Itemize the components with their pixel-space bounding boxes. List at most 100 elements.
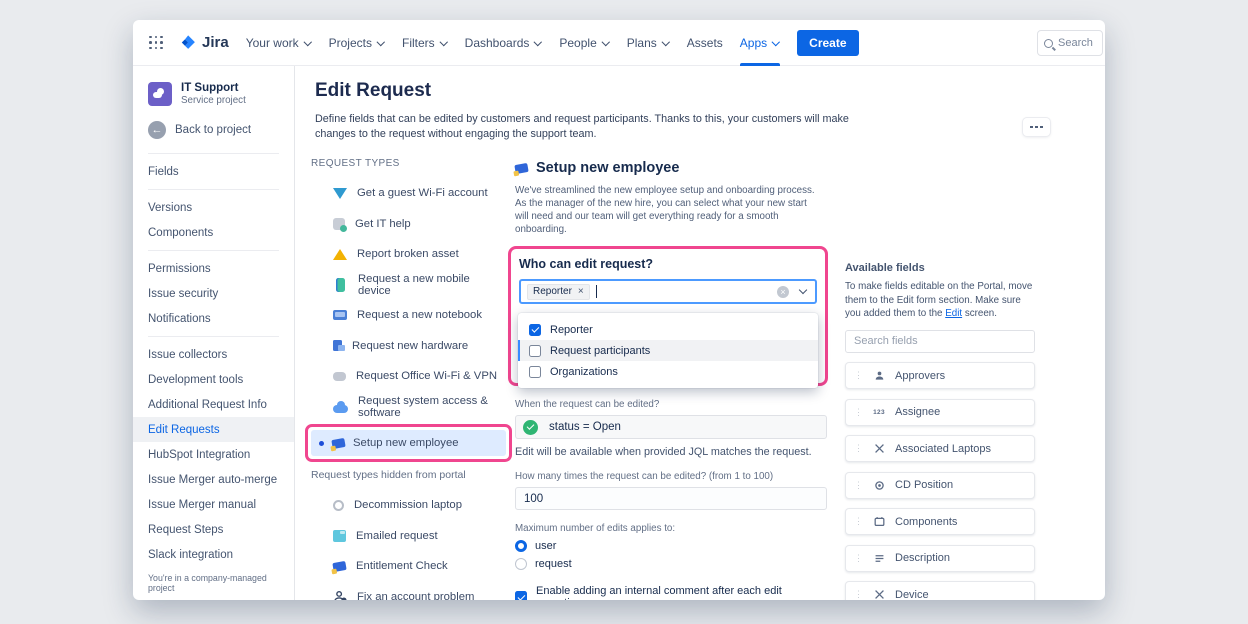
sidebar-item-request-steps[interactable]: Request Steps [133,517,294,542]
nav-item-projects[interactable]: Projects [329,20,385,66]
nav-item-apps[interactable]: Apps [740,20,780,66]
request-type-new-mobile-device[interactable]: Request a new mobile device [311,272,503,298]
jira-logo-icon [180,34,197,51]
global-search-box[interactable] [1037,30,1103,56]
drag-handle-icon[interactable] [854,480,863,491]
field-card-approvers[interactable]: Approvers [845,362,1035,389]
nav-item-dashboards[interactable]: Dashboards [465,20,543,66]
more-actions-button[interactable] [1023,118,1050,136]
drag-handle-icon[interactable] [854,443,863,454]
ring-icon [333,500,344,511]
sidebar-item-issue-collectors[interactable]: Issue collectors [133,342,294,367]
drag-handle-icon[interactable] [854,589,863,600]
app-switcher-icon[interactable] [149,36,163,50]
request-type-get-it-help[interactable]: Get IT help [311,211,503,237]
sidebar-item-versions[interactable]: Versions [133,195,294,220]
checkbox-icon[interactable] [529,345,541,357]
request-type-office-wifi-vpn[interactable]: Request Office Wi-Fi & VPN [311,363,503,389]
remove-tag-icon[interactable] [578,286,584,297]
person-alert-icon [333,590,347,601]
hardware-icon [333,340,342,351]
request-type-entitlement-check[interactable]: Entitlement Check [311,553,503,579]
selected-tag-reporter[interactable]: Reporter [527,284,590,300]
search-fields-box[interactable] [845,330,1035,353]
sidebar-item-issue-security[interactable]: Issue security [133,281,294,306]
radio-selected-icon[interactable] [515,540,527,552]
field-card-assignee[interactable]: 123 Assignee [845,399,1035,426]
internal-comment-checkbox-row[interactable]: Enable adding an internal comment after … [515,585,827,600]
request-type-fix-account-problem[interactable]: Fix an account problem [311,584,503,601]
request-type-guest-wifi[interactable]: Get a guest Wi-Fi account [311,180,503,206]
dropdown-option-organizations[interactable]: Organizations [518,361,818,382]
checkbox-checked-icon[interactable] [515,591,527,600]
request-type-decommission-laptop[interactable]: Decommission laptop [311,492,503,518]
field-card-description[interactable]: Description [845,545,1035,572]
chevron-down-icon [602,39,610,47]
field-card-cd-position[interactable]: CD Position [845,472,1035,499]
sidebar-item-development-tools[interactable]: Development tools [133,367,294,392]
who-can-edit-highlight: Who can edit request? Reporter [508,246,828,386]
sidebar-item-notifications[interactable]: Notifications [133,306,294,331]
jira-logo[interactable]: Jira [180,34,229,51]
jql-field[interactable]: status = Open [515,415,827,439]
back-to-project-button[interactable]: Back to project [133,112,294,148]
sidebar-item-edit-requests[interactable]: Edit Requests [133,417,294,442]
drag-handle-icon[interactable] [854,516,863,527]
project-avatar-icon [148,82,172,106]
search-input[interactable] [1058,37,1098,49]
chevron-down-icon [377,39,385,47]
jql-helper-text: Edit will be available when provided JQL… [515,446,827,458]
request-type-new-notebook[interactable]: Request a new notebook [311,302,503,328]
nav-item-assets[interactable]: Assets [687,20,723,66]
sidebar-item-components[interactable]: Components [133,220,294,245]
field-card-associated-laptops[interactable]: Associated Laptops [845,435,1035,462]
create-button[interactable]: Create [797,30,858,56]
it-help-icon [333,218,345,230]
when-editable-label: When the request can be edited? [515,399,827,410]
request-type-new-hardware[interactable]: Request new hardware [311,333,503,359]
sidebar-item-issue-merger-auto-merge[interactable]: Issue Merger auto-merge [133,467,294,492]
chevron-down-icon [440,39,448,47]
sidebar-item-fields[interactable]: Fields [133,159,294,184]
project-header[interactable]: IT Support Service project [133,80,294,112]
sidebar-item-permissions[interactable]: Permissions [133,256,294,281]
edit-screen-link[interactable]: Edit [945,308,962,319]
radio-option-user[interactable]: user [515,540,827,552]
sidebar-item-additional-request-info[interactable]: Additional Request Info [133,392,294,417]
nav-item-your-work[interactable]: Your work [246,20,312,66]
request-type-system-access[interactable]: Request system access & software [311,394,503,420]
who-can-edit-select[interactable]: Reporter [519,279,817,304]
clear-select-icon[interactable] [777,286,789,298]
times-input[interactable]: 100 [515,487,827,510]
who-can-edit-label: Who can edit request? [519,257,817,271]
request-type-setup-new-employee[interactable]: Setup new employee [311,430,506,456]
search-fields-input[interactable] [854,335,1026,347]
checkbox-icon[interactable] [529,366,541,378]
chevron-down-icon [534,39,542,47]
top-navigation-bar: Jira Your work Projects Filters Dashboar… [133,20,1105,66]
nav-item-people[interactable]: People [559,20,609,66]
select-chevron-down-icon[interactable] [799,286,807,294]
sidebar-item-slack-integration[interactable]: Slack integration [133,542,294,567]
nav-item-filters[interactable]: Filters [402,20,448,66]
request-type-emailed-request[interactable]: Emailed request [311,523,503,549]
sidebar-item-hubspot-integration[interactable]: HubSpot Integration [133,442,294,467]
request-type-report-broken-asset[interactable]: Report broken asset [311,241,503,267]
sidebar-item-issue-merger-manual[interactable]: Issue Merger manual [133,492,294,517]
divider [148,153,279,154]
field-card-device[interactable]: Device [845,581,1035,600]
checkbox-checked-icon[interactable] [529,324,541,336]
dropdown-option-reporter[interactable]: Reporter [518,319,818,340]
drag-handle-icon[interactable] [854,370,863,381]
field-card-components[interactable]: Components [845,508,1035,535]
warning-triangle-icon [333,249,347,260]
divider [148,189,279,190]
dropdown-option-request-participants[interactable]: Request participants [518,340,818,361]
component-box-icon [872,516,886,527]
drag-handle-icon[interactable] [854,553,863,564]
drag-handle-icon[interactable] [854,407,863,418]
radio-icon[interactable] [515,558,527,570]
nav-item-plans[interactable]: Plans [627,20,670,66]
radio-option-request[interactable]: request [515,558,827,570]
page-title: Edit Request [315,80,431,102]
